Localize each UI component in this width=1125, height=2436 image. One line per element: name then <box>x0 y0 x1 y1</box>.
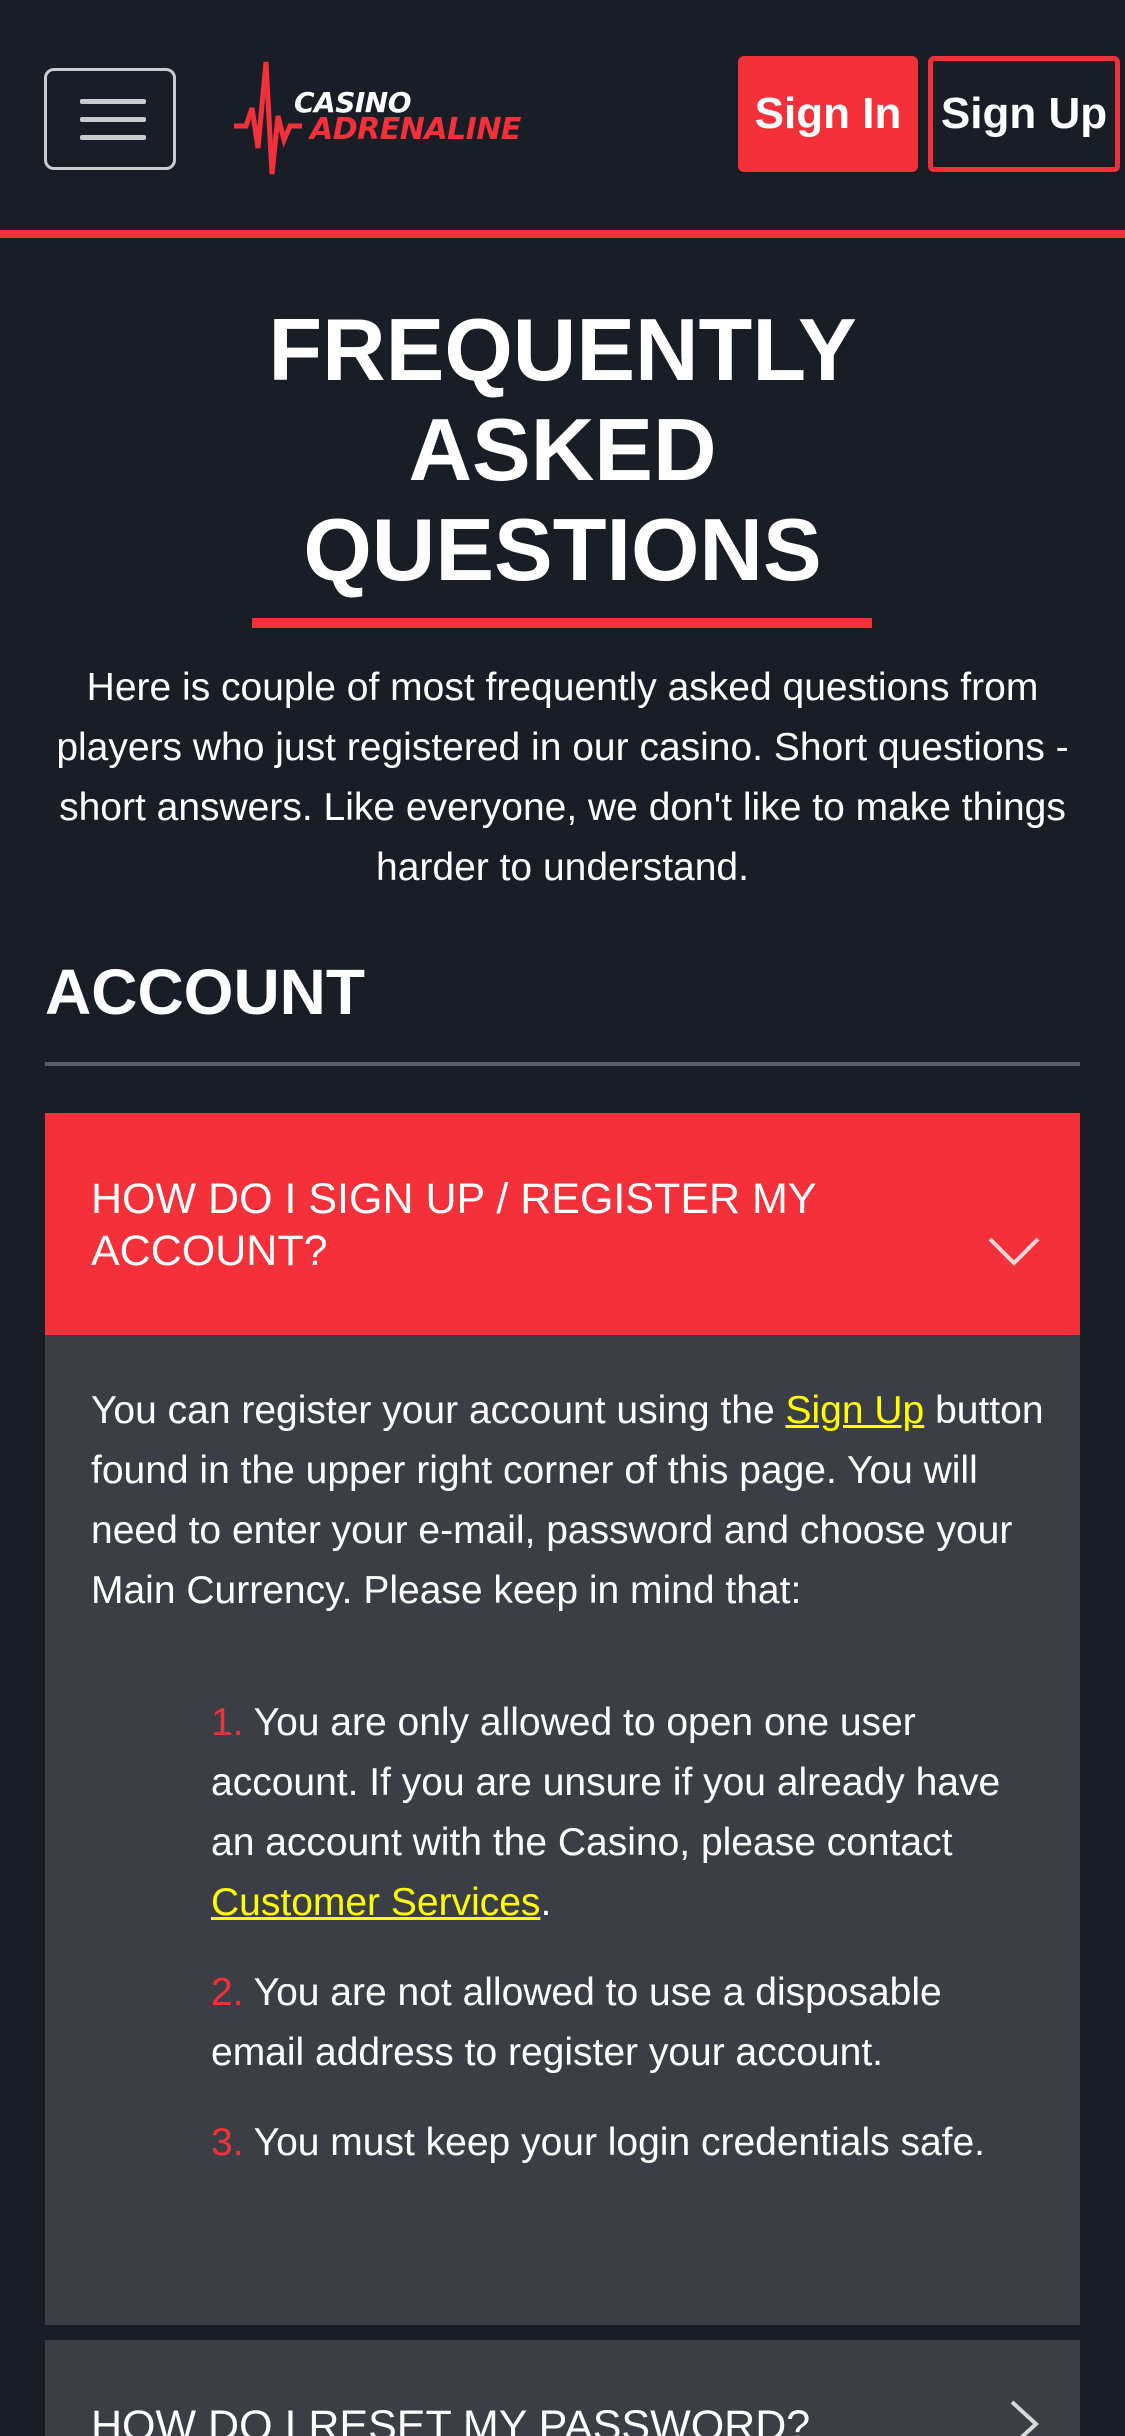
list-item: 1. You are only allowed to open one user… <box>211 1693 1031 1933</box>
top-navbar: CASINO ADRENALINE Sign In Sign Up <box>0 0 1125 238</box>
page-title-line: FREQUENTLY <box>268 300 857 399</box>
title-underline <box>252 618 872 628</box>
intro-text: Here is couple of most frequently asked … <box>56 666 1069 889</box>
page-title-line: QUESTIONS <box>303 500 822 599</box>
faq-answer-panel: You can register your account using the … <box>45 1335 1080 2325</box>
page-title: FREQUENTLY ASKED QUESTIONS <box>0 300 1125 600</box>
page: CASINO ADRENALINE Sign In Sign Up FREQUE… <box>0 0 1125 2436</box>
rule-number: 3. <box>211 2121 244 2164</box>
faq-question-text: How do I reset my password? <box>91 2402 811 2436</box>
logo-text-adrenaline: ADRENALINE <box>310 112 521 147</box>
rule-text: You must keep your login credentials saf… <box>243 2121 985 2164</box>
rule-number: 1. <box>211 1701 244 1744</box>
page-title-line: ASKED <box>408 400 717 499</box>
rules-list: 1. You are only allowed to open one user… <box>211 1693 1031 2203</box>
chevron-right-icon <box>1010 2400 1039 2436</box>
section-heading-account: ACCOUNT <box>45 956 365 1028</box>
rule-text: You are not allowed to use a disposable … <box>211 1971 942 2074</box>
customer-services-link[interactable]: Customer Services <box>211 1881 540 1924</box>
faq-question-text: How do I sign up / register my account? <box>91 1175 816 1275</box>
hamburger-menu-icon <box>80 99 146 104</box>
casino-adrenaline-logo[interactable]: CASINO ADRENALINE <box>232 56 532 186</box>
section-divider <box>45 1062 1080 1066</box>
hamburger-menu-button[interactable] <box>44 68 176 170</box>
chevron-down-icon <box>988 1237 1040 1266</box>
faq-question-reset-password[interactable]: How do I reset my password? <box>45 2340 1080 2436</box>
answer-text-part: You can register your account using the <box>91 1389 786 1432</box>
sign-up-button[interactable]: Sign Up <box>928 56 1120 172</box>
list-item: 3. You must keep your login credentials … <box>211 2113 1031 2173</box>
faq-answer-text: You can register your account using the … <box>91 1381 1051 1621</box>
list-item: 2. You are not allowed to use a disposab… <box>211 1963 1031 2083</box>
rule-number: 2. <box>211 1971 244 2014</box>
faq-question-sign-up[interactable]: How do I sign up / register my account? <box>45 1113 1080 1335</box>
hamburger-bar <box>80 117 146 122</box>
rule-text: . <box>540 1881 552 1924</box>
hamburger-bar <box>80 135 146 140</box>
sign-up-link[interactable]: Sign Up <box>786 1389 925 1432</box>
rule-text: You are only allowed to open one user ac… <box>211 1701 1001 1864</box>
sign-in-button[interactable]: Sign In <box>738 56 918 172</box>
